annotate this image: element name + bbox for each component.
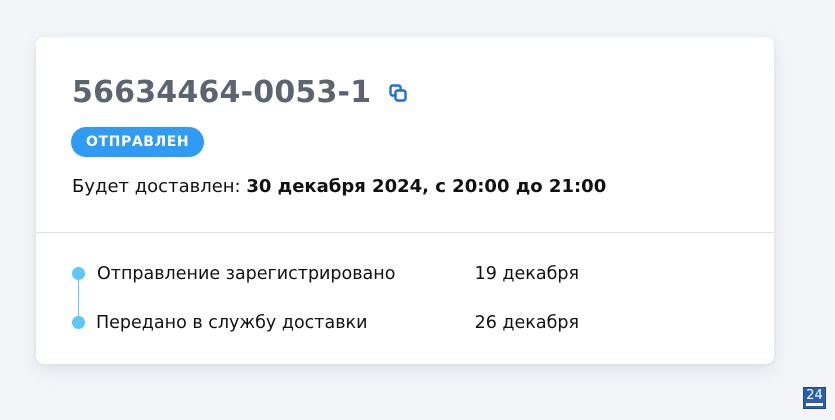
- timeline-dot: [72, 316, 85, 329]
- copy-icon: [389, 84, 407, 102]
- order-header: 56634464-0053-1: [72, 75, 409, 111]
- divider: [36, 232, 774, 233]
- copy-button[interactable]: [387, 82, 409, 104]
- page-counter-badge[interactable]: 24: [803, 387, 826, 409]
- delivery-date: 30 декабря 2024, с 20:00 до 21:00: [246, 176, 607, 197]
- order-number: 56634464-0053-1: [72, 75, 372, 110]
- timeline-item-date: 19 декабря: [474, 264, 579, 284]
- timeline-dot: [72, 267, 85, 280]
- status-badge: ОТПРАВЛЕН: [71, 127, 205, 157]
- timeline-item-label: Передано в службу доставки: [96, 313, 368, 333]
- delivery-info: Будет доставлен: 30 декабря 2024, с 20:0…: [72, 175, 606, 199]
- order-card: 56634464-0053-1 ОТПРАВЛЕН Будет доставле…: [36, 37, 774, 364]
- timeline-item-label: Отправление зарегистрировано: [97, 264, 396, 284]
- timeline-item-date: 26 декабря: [474, 313, 579, 333]
- timeline-connector: [78, 274, 79, 322]
- delivery-label: Будет доставлен:: [72, 176, 247, 197]
